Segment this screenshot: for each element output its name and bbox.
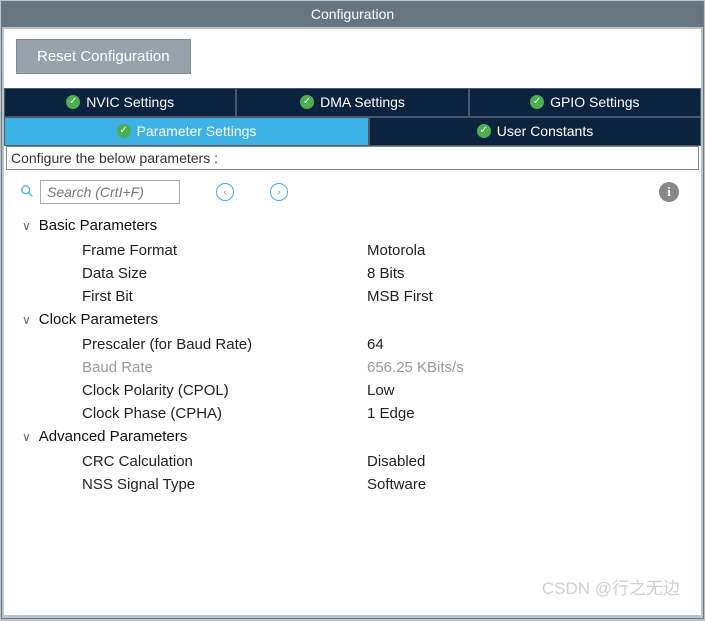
check-icon: ✓ bbox=[530, 95, 544, 109]
reset-button-label: Reset Configuration bbox=[37, 48, 170, 65]
param-label: Clock Polarity (CPOL) bbox=[82, 382, 367, 399]
param-value: MSB First bbox=[367, 288, 433, 305]
check-icon: ✓ bbox=[117, 124, 131, 138]
section-basic[interactable]: ∨ Basic Parameters bbox=[22, 214, 683, 239]
param-label: Data Size bbox=[82, 265, 367, 282]
tab-label: NVIC Settings bbox=[86, 94, 174, 110]
param-label: CRC Calculation bbox=[82, 453, 367, 470]
param-value: 8 Bits bbox=[367, 265, 405, 282]
param-label: Baud Rate bbox=[82, 359, 367, 376]
param-cpha[interactable]: Clock Phase (CPHA) 1 Edge bbox=[22, 402, 683, 425]
param-value: 656.25 KBits/s bbox=[367, 359, 464, 376]
check-icon: ✓ bbox=[66, 95, 80, 109]
check-icon: ✓ bbox=[300, 95, 314, 109]
search-row: ‹ › i bbox=[4, 170, 701, 214]
tabs-row-2: ✓ Parameter Settings ✓ User Constants bbox=[4, 117, 701, 146]
param-label: Prescaler (for Baud Rate) bbox=[82, 336, 367, 353]
tab-label: User Constants bbox=[497, 123, 593, 139]
param-value: Motorola bbox=[367, 242, 425, 259]
section-title: Clock Parameters bbox=[39, 311, 158, 328]
param-value: Disabled bbox=[367, 453, 425, 470]
param-frame-format[interactable]: Frame Format Motorola bbox=[22, 239, 683, 262]
search-icon[interactable] bbox=[20, 184, 34, 201]
section-title: Advanced Parameters bbox=[39, 428, 187, 445]
tabs-row-1: ✓ NVIC Settings ✓ DMA Settings ✓ GPIO Se… bbox=[4, 88, 701, 117]
section-advanced[interactable]: ∨ Advanced Parameters bbox=[22, 425, 683, 450]
tab-nvic[interactable]: ✓ NVIC Settings bbox=[4, 88, 236, 117]
chevron-down-icon: ∨ bbox=[22, 219, 31, 233]
window-title: Configuration bbox=[311, 6, 394, 22]
param-value: 1 Edge bbox=[367, 405, 415, 422]
chevron-down-icon: ∨ bbox=[22, 313, 31, 327]
next-icon[interactable]: › bbox=[270, 183, 288, 201]
chevron-down-icon: ∨ bbox=[22, 430, 31, 444]
param-nss[interactable]: NSS Signal Type Software bbox=[22, 473, 683, 496]
tab-parameter-settings[interactable]: ✓ Parameter Settings bbox=[4, 117, 369, 146]
params-body: ∨ Basic Parameters Frame Format Motorola… bbox=[4, 214, 701, 496]
prev-icon[interactable]: ‹ bbox=[216, 183, 234, 201]
tab-dma[interactable]: ✓ DMA Settings bbox=[236, 88, 468, 117]
window-title-bar: Configuration bbox=[2, 2, 703, 27]
search-input[interactable] bbox=[40, 180, 180, 204]
param-value: Low bbox=[367, 382, 395, 399]
tab-label: DMA Settings bbox=[320, 94, 405, 110]
param-first-bit[interactable]: First Bit MSB First bbox=[22, 285, 683, 308]
check-icon: ✓ bbox=[477, 124, 491, 138]
param-data-size[interactable]: Data Size 8 Bits bbox=[22, 262, 683, 285]
param-value: Software bbox=[367, 476, 426, 493]
param-value: 64 bbox=[367, 336, 384, 353]
tab-label: Parameter Settings bbox=[137, 123, 257, 139]
config-window: Configuration Reset Configuration ✓ NVIC… bbox=[1, 1, 704, 619]
param-cpol[interactable]: Clock Polarity (CPOL) Low bbox=[22, 379, 683, 402]
param-label: Frame Format bbox=[82, 242, 367, 259]
tab-gpio[interactable]: ✓ GPIO Settings bbox=[469, 88, 701, 117]
info-icon[interactable]: i bbox=[659, 182, 679, 202]
param-label: NSS Signal Type bbox=[82, 476, 367, 493]
tab-user-constants[interactable]: ✓ User Constants bbox=[369, 117, 701, 146]
reset-row: Reset Configuration bbox=[4, 29, 701, 88]
filter-bar: Configure the below parameters : bbox=[6, 146, 699, 170]
filter-label: Configure the below parameters : bbox=[11, 150, 218, 166]
param-prescaler[interactable]: Prescaler (for Baud Rate) 64 bbox=[22, 333, 683, 356]
section-clock[interactable]: ∨ Clock Parameters bbox=[22, 308, 683, 333]
reset-button[interactable]: Reset Configuration bbox=[16, 39, 191, 74]
section-title: Basic Parameters bbox=[39, 217, 157, 234]
config-panel: Reset Configuration ✓ NVIC Settings ✓ DM… bbox=[4, 29, 701, 615]
param-crc[interactable]: CRC Calculation Disabled bbox=[22, 450, 683, 473]
param-label: Clock Phase (CPHA) bbox=[82, 405, 367, 422]
param-label: First Bit bbox=[82, 288, 367, 305]
param-baud-rate: Baud Rate 656.25 KBits/s bbox=[22, 356, 683, 379]
tab-label: GPIO Settings bbox=[550, 94, 639, 110]
